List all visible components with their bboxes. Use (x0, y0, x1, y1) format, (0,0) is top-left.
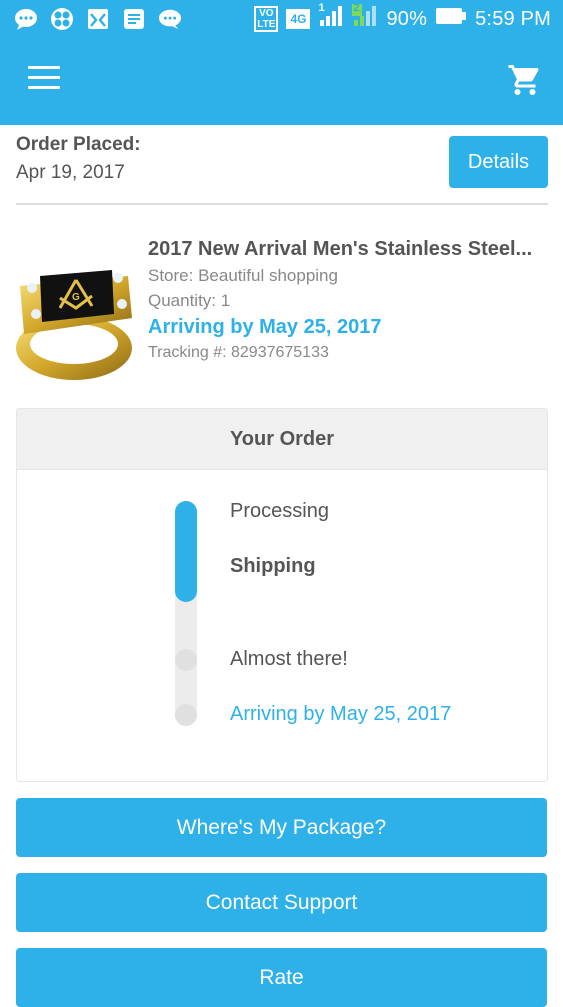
tracking-number: Tracking #: 82937675133 (148, 344, 329, 361)
pinwheel-icon (50, 7, 74, 31)
app-bar (0, 38, 563, 125)
rate-button[interactable]: Rate (16, 948, 547, 1007)
battery-icon (435, 6, 467, 32)
step-shipping: Shipping (230, 555, 316, 577)
progress-dot-arriving (175, 704, 197, 726)
gold-masonic-ring-image[interactable]: G (14, 256, 136, 386)
step-processing: Processing (230, 500, 329, 522)
progress-track (175, 501, 197, 726)
order-placed-date: Apr 19, 2017 (16, 162, 125, 183)
network-type: 4G (286, 9, 311, 29)
message-icon (122, 7, 146, 31)
product-title[interactable]: 2017 New Arrival Men's Stainless Steel..… (148, 236, 548, 262)
order-progress-card: Your Order Processing Shipping Almost th… (16, 408, 548, 782)
order-header: Order Placed: Apr 19, 2017 Details (16, 134, 548, 204)
volte-indicator: VO LTE (254, 6, 279, 32)
step-almost-there: Almost there! (230, 648, 348, 670)
progress-dot-almost-there (175, 649, 197, 671)
order-placed-label: Order Placed: (16, 134, 141, 155)
order-progress-title: Your Order (17, 409, 547, 470)
wheres-my-package-button[interactable]: Where's My Package? (16, 798, 547, 857)
svg-text:G: G (72, 292, 80, 303)
product-info: 2017 New Arrival Men's Stainless Steel..… (148, 236, 553, 364)
signal-sim2-icon: 2 (352, 2, 378, 34)
notification-icons (14, 6, 182, 32)
status-bar: VO LTE 4G 1 2 90% 5:59 PM (0, 0, 563, 38)
product-arriving: Arriving by May 25, 2017 (148, 316, 382, 338)
details-button[interactable]: Details (449, 136, 548, 188)
sim1-label: 1 (318, 2, 325, 14)
divider (16, 203, 548, 205)
gallery-icon (86, 7, 110, 31)
clock: 5:59 PM (475, 7, 551, 30)
signal-sim1-icon: 1 (318, 2, 344, 34)
system-indicators: VO LTE 4G 1 2 90% 5:59 PM (254, 0, 551, 38)
hamburger-menu-icon[interactable] (28, 66, 60, 96)
battery-percent: 90% (386, 7, 428, 30)
chat-bubble-icon (14, 7, 38, 31)
step-arriving: Arriving by May 25, 2017 (230, 703, 452, 725)
product-store: Store: Beautiful shopping (148, 266, 338, 285)
product-quantity: Quantity: 1 (148, 291, 231, 310)
sim2-label: 2 (353, 2, 360, 14)
shopping-cart-icon[interactable] (507, 62, 543, 98)
progress-fill (175, 501, 197, 602)
contact-support-button[interactable]: Contact Support (16, 873, 547, 932)
speech-bubble-icon (158, 7, 182, 31)
